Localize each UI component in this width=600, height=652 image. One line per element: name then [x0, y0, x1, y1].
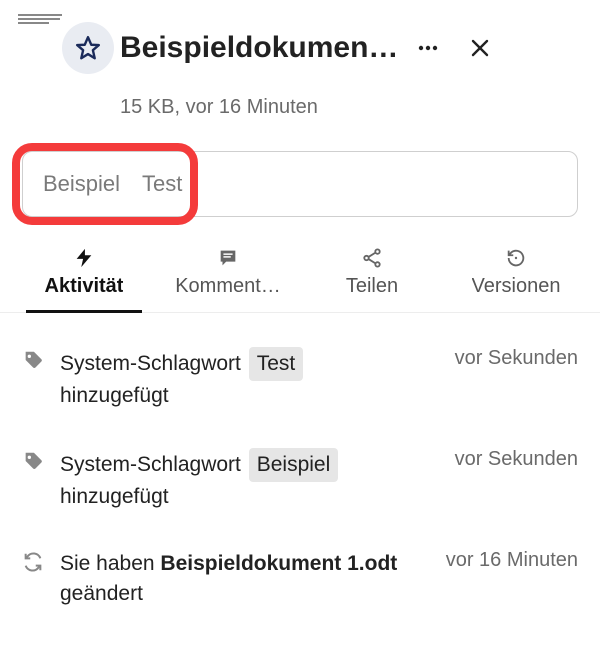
activity-filename: Beispieldokument 1.odt	[160, 552, 397, 575]
activity-item: Sie haben Beispieldokument 1.odt geänder…	[22, 549, 578, 610]
tab-comments[interactable]: Komment…	[156, 237, 300, 312]
tab-share[interactable]: Teilen	[300, 237, 444, 312]
tab-versions[interactable]: Versionen	[444, 237, 588, 312]
tag-chip[interactable]: Test	[136, 171, 188, 197]
close-icon	[468, 36, 492, 60]
activity-time: vor Sekunden	[447, 347, 578, 370]
tag-icon	[22, 450, 44, 472]
tab-label: Teilen	[346, 275, 398, 298]
activity-text: System-Schlagwort	[60, 453, 241, 476]
activity-text: hinzugefügt	[60, 485, 169, 508]
more-actions-button[interactable]	[406, 26, 450, 70]
activity-item: System-Schlagwort Test hinzugefügt vor S…	[22, 347, 578, 412]
share-icon	[361, 247, 383, 269]
tab-label: Komment…	[175, 275, 281, 298]
comment-icon	[217, 247, 239, 269]
close-button[interactable]	[458, 26, 502, 70]
favorite-button[interactable]	[62, 22, 114, 74]
details-panel: Beispieldokumen… 15 KB, vor 16 Minuten B…	[0, 0, 600, 610]
tag-icon	[22, 349, 44, 371]
tab-label: Aktivität	[45, 275, 124, 298]
lightning-icon	[73, 247, 95, 269]
star-icon	[75, 35, 101, 61]
tab-label: Versionen	[472, 275, 561, 298]
activity-item: System-Schlagwort Beispiel hinzugefügt v…	[22, 448, 578, 513]
restore-icon	[505, 247, 527, 269]
file-title: Beispieldokumen…	[120, 31, 398, 65]
activity-text: Sie haben	[60, 552, 160, 575]
activity-text: hinzugefügt	[60, 384, 169, 407]
tabs: Aktivität Komment… Teilen Versionen	[0, 237, 600, 313]
activity-text: geändert	[60, 582, 143, 605]
header: Beispieldokumen… 15 KB, vor 16 Minuten	[0, 0, 600, 119]
more-icon	[416, 36, 440, 60]
tag-chip[interactable]: Beispiel	[37, 171, 126, 197]
tab-activity[interactable]: Aktivität	[12, 237, 156, 312]
activity-list: System-Schlagwort Test hinzugefügt vor S…	[0, 313, 600, 610]
activity-tag-pill: Beispiel	[249, 448, 339, 482]
file-meta: 15 KB, vor 16 Minuten	[120, 96, 580, 119]
activity-time: vor 16 Minuten	[438, 549, 578, 572]
sync-icon	[22, 551, 44, 573]
tags-input[interactable]: Beispiel Test	[22, 151, 578, 217]
activity-tag-pill: Test	[249, 347, 304, 381]
activity-time: vor Sekunden	[447, 448, 578, 471]
activity-text: System-Schlagwort	[60, 352, 241, 375]
